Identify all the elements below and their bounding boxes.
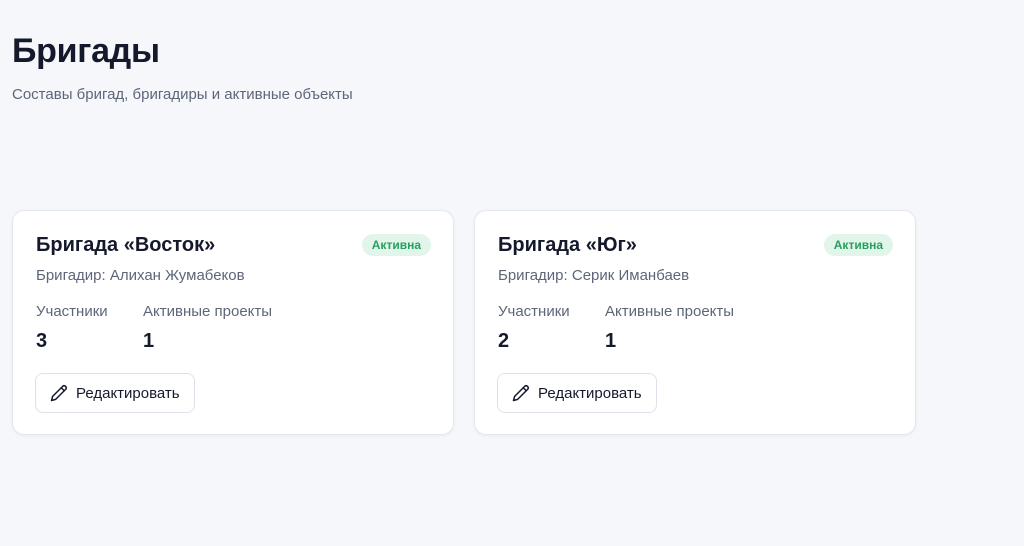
pencil-icon xyxy=(50,384,68,402)
page-title: Бригады xyxy=(12,32,160,70)
projects-value: 1 xyxy=(143,330,155,352)
foreman-label: Бригадир: Серик Иманбаев xyxy=(498,267,690,284)
members-value: 3 xyxy=(36,330,48,352)
brigade-name: Бригада «Восток» xyxy=(36,234,216,256)
foreman-label: Бригадир: Алихан Жумабеков xyxy=(36,267,245,284)
edit-button-label: Редактировать xyxy=(76,384,180,402)
edit-button[interactable]: Редактировать xyxy=(35,373,195,413)
pencil-icon xyxy=(512,384,530,402)
brigade-card: Бригада «Юг» Активна Бригадир: Серик Има… xyxy=(474,210,916,435)
members-label: Участники xyxy=(498,303,570,320)
projects-label: Активные проекты xyxy=(143,303,273,320)
projects-value: 1 xyxy=(605,330,617,352)
page-subtitle: Составы бригад, бригадиры и активные объ… xyxy=(12,86,353,103)
edit-button-label: Редактировать xyxy=(538,384,642,402)
edit-button[interactable]: Редактировать xyxy=(497,373,657,413)
status-badge: Активна xyxy=(361,234,431,256)
members-stat: Участники 2 xyxy=(498,303,570,353)
members-value: 2 xyxy=(498,330,510,352)
projects-label: Активные проекты xyxy=(605,303,735,320)
status-badge: Активна xyxy=(823,234,893,256)
brigade-name: Бригада «Юг» xyxy=(498,234,637,256)
projects-stat: Активные проекты 1 xyxy=(143,303,272,353)
members-label: Участники xyxy=(36,303,108,320)
brigade-card: Бригада «Восток» Активна Бригадир: Алиха… xyxy=(12,210,454,435)
projects-stat: Активные проекты 1 xyxy=(605,303,734,353)
members-stat: Участники 3 xyxy=(36,303,108,353)
